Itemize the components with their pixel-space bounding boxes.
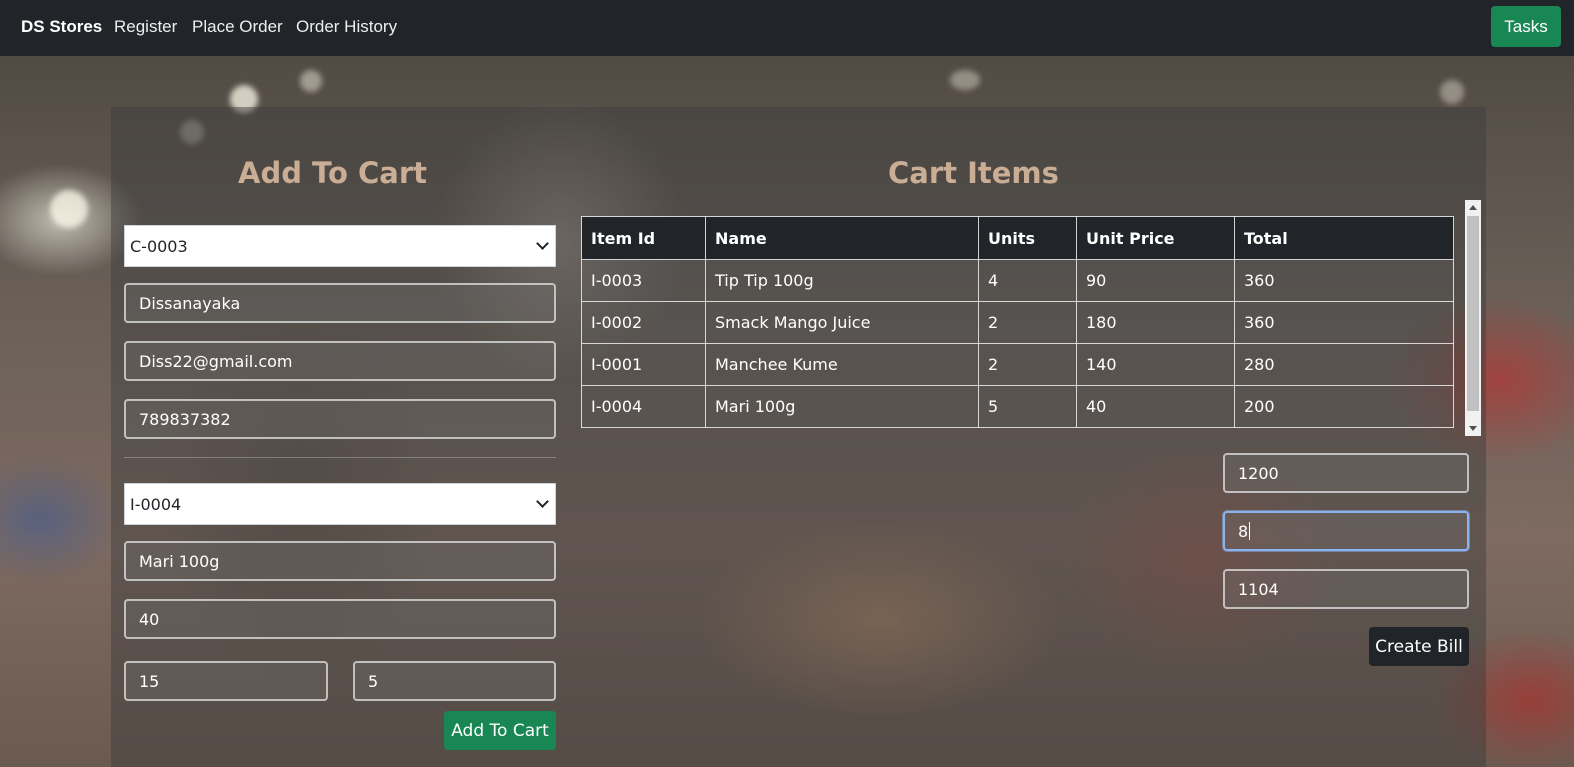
- cell-total: 280: [1234, 343, 1454, 386]
- cell-item-id: I-0001: [581, 343, 706, 386]
- column-header-item-id: Item Id: [581, 216, 706, 260]
- cell-item-id: I-0003: [581, 259, 706, 302]
- customer-phone-field[interactable]: 789837382: [124, 399, 556, 439]
- table-row[interactable]: I-0004 Mari 100g 5 40 200: [581, 385, 1454, 428]
- discount-value: 8: [1238, 521, 1249, 541]
- navbar: DS Stores Register Place Order Order His…: [0, 0, 1574, 56]
- create-bill-button[interactable]: Create Bill: [1369, 627, 1469, 666]
- item-id-select[interactable]: I-0004: [124, 483, 556, 525]
- nav-link-place-order[interactable]: Place Order: [192, 17, 283, 37]
- customer-id-value: C-0003: [130, 236, 188, 256]
- cell-units: 5: [978, 385, 1077, 428]
- qty-on-hand-field[interactable]: 15: [124, 661, 328, 701]
- chevron-down-icon: [536, 495, 549, 508]
- cart-table: Item Id Name Units Unit Price Total I-00…: [581, 216, 1454, 431]
- cell-units: 2: [978, 301, 1077, 344]
- text-cursor: [1249, 522, 1251, 540]
- column-header-units: Units: [978, 216, 1077, 260]
- cart-items-title: Cart Items: [888, 156, 1059, 190]
- cell-unit-price: 90: [1076, 259, 1235, 302]
- cell-item-id: I-0004: [581, 385, 706, 428]
- nav-link-register[interactable]: Register: [114, 17, 177, 37]
- column-header-name: Name: [705, 216, 979, 260]
- column-header-total: Total: [1234, 216, 1454, 260]
- cell-unit-price: 140: [1076, 343, 1235, 386]
- subtotal-field[interactable]: 1200: [1223, 453, 1469, 493]
- add-to-cart-button[interactable]: Add To Cart: [444, 711, 556, 750]
- item-name-field[interactable]: Mari 100g: [124, 541, 556, 581]
- add-to-cart-title: Add To Cart: [238, 156, 428, 190]
- nav-link-order-history[interactable]: Order History: [296, 17, 397, 37]
- customer-id-select[interactable]: C-0003: [124, 225, 556, 267]
- cell-unit-price: 180: [1076, 301, 1235, 344]
- item-id-value: I-0004: [130, 494, 182, 514]
- cell-unit-price: 40: [1076, 385, 1235, 428]
- cell-name: Smack Mango Juice: [705, 301, 979, 344]
- scroll-thumb[interactable]: [1467, 216, 1479, 411]
- cell-total: 200: [1234, 385, 1454, 428]
- order-qty-field[interactable]: 5: [353, 661, 556, 701]
- scroll-up-arrow-icon[interactable]: [1469, 205, 1477, 210]
- table-row[interactable]: I-0003 Tip Tip 100g 4 90 360: [581, 259, 1454, 302]
- tasks-button[interactable]: Tasks: [1491, 6, 1561, 47]
- scroll-down-arrow-icon[interactable]: [1469, 426, 1477, 431]
- form-divider: [124, 457, 556, 458]
- table-scrollbar[interactable]: [1465, 200, 1481, 436]
- table-row[interactable]: I-0001 Manchee Kume 2 140 280: [581, 343, 1454, 386]
- table-row[interactable]: I-0002 Smack Mango Juice 2 180 360: [581, 301, 1454, 344]
- cell-total: 360: [1234, 301, 1454, 344]
- cell-total: 360: [1234, 259, 1454, 302]
- cell-name: Manchee Kume: [705, 343, 979, 386]
- brand-link[interactable]: DS Stores: [21, 17, 102, 37]
- unit-price-field[interactable]: 40: [124, 599, 556, 639]
- customer-email-field[interactable]: Diss22@gmail.com: [124, 341, 556, 381]
- cell-units: 2: [978, 343, 1077, 386]
- cell-name: Mari 100g: [705, 385, 979, 428]
- customer-name-field[interactable]: Dissanayaka: [124, 283, 556, 323]
- cell-name: Tip Tip 100g: [705, 259, 979, 302]
- cell-units: 4: [978, 259, 1077, 302]
- discount-field[interactable]: 8: [1223, 511, 1469, 551]
- net-total-field[interactable]: 1104: [1223, 569, 1469, 609]
- chevron-down-icon: [536, 237, 549, 250]
- cell-item-id: I-0002: [581, 301, 706, 344]
- column-header-unit-price: Unit Price: [1076, 216, 1235, 260]
- table-header-row: Item Id Name Units Unit Price Total: [581, 216, 1454, 260]
